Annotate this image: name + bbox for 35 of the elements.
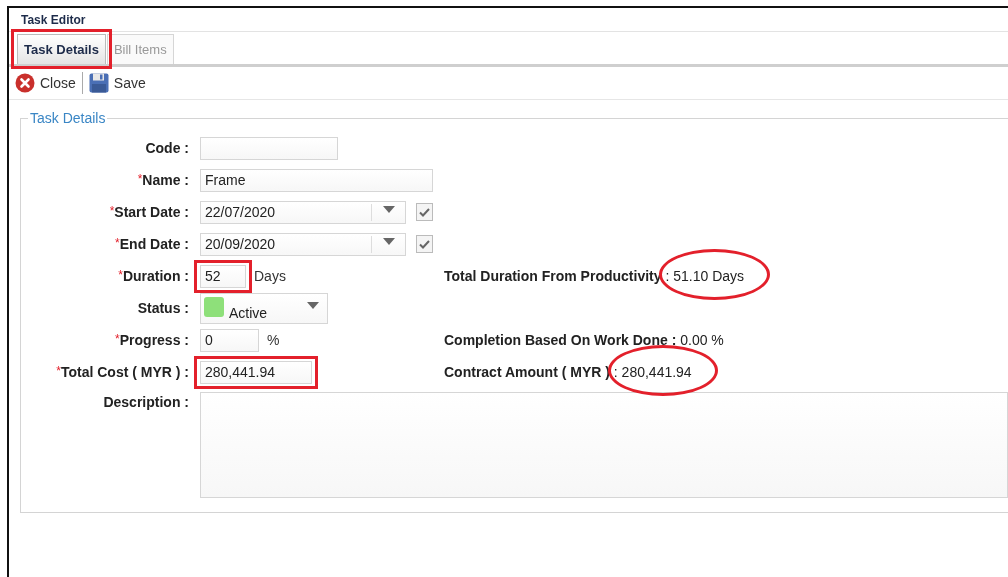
field-label: Status : [136,300,189,316]
text-field[interactable]: Frame [200,168,433,192]
field-label: *Total Cost ( MYR ) : [55,364,189,380]
date-field[interactable]: 20/09/2020 [200,232,407,256]
field-label: *Start Date : [108,204,189,220]
number-field[interactable]: 52 [200,264,246,288]
section-title: Task Details [29,110,107,126]
number-field[interactable]: 0 [200,328,259,352]
dropdown-caret-icon [382,205,395,213]
window-title: Task Editor [9,8,1008,32]
date-field[interactable]: 22/07/2020 [200,200,407,224]
close-icon [15,73,35,93]
description-field[interactable] [200,392,1008,498]
checkbox[interactable] [416,235,433,253]
field-label: *End Date : [114,236,189,252]
unit-label: Days [254,268,286,284]
close-button[interactable]: Close [15,73,76,93]
field-label: *Progress : [114,332,189,348]
save-button[interactable]: Save [88,73,146,93]
info-text: Completion Based On Work Done : 0.00 % [444,332,724,348]
status-dropdown[interactable]: Active [200,292,328,324]
field-label: Code : [144,140,189,156]
tab[interactable]: Task Details [17,34,106,64]
checkmark-icon [419,207,431,217]
field-label: *Duration : [117,268,189,284]
field-label: *Name : [136,172,189,188]
number-field[interactable]: 280,441.94 [200,360,312,384]
unit-label: % [267,332,280,348]
dropdown-caret-icon [382,237,395,245]
info-text: Total Duration From Productivity : 51.10 Days [444,268,745,284]
field-label: Description : [102,394,189,410]
checkmark-icon [419,239,431,249]
checkbox[interactable] [416,203,433,221]
text-field[interactable] [200,136,338,160]
dropdown-caret-icon [307,301,319,309]
